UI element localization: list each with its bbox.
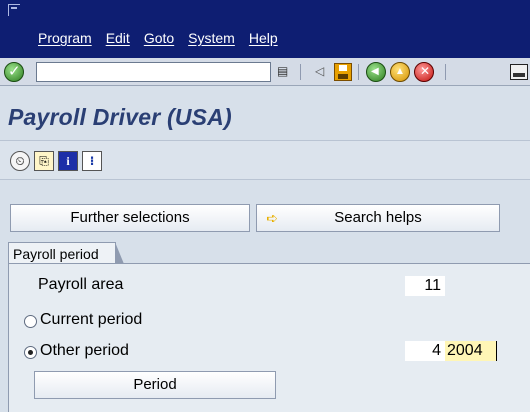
other-period-radio[interactable] (24, 346, 37, 359)
toolbar-separator (445, 64, 446, 80)
save-icon[interactable] (334, 63, 352, 81)
menu-edit[interactable]: Edit (106, 30, 130, 46)
application-toolbar: ⏲ ⎘ i ⁝ (0, 140, 530, 180)
period-button[interactable]: Period (34, 371, 276, 399)
window-menu-icon[interactable] (8, 4, 20, 16)
exit-icon[interactable] (390, 62, 410, 82)
payroll-period-group-label: Payroll period (8, 242, 124, 264)
standard-toolbar: ▤ ◁ (0, 58, 530, 86)
command-field[interactable] (36, 62, 271, 82)
other-period-label: Other period (40, 342, 129, 359)
get-variant-icon[interactable]: ⎘ (34, 151, 54, 171)
period-input[interactable]: 4 (405, 341, 445, 361)
current-period-radio[interactable] (24, 315, 37, 328)
toolbar-separator (358, 64, 359, 80)
page-title: Payroll Driver (USA) (8, 104, 232, 130)
current-period-label: Current period (40, 311, 143, 328)
main-menu: Program Edit Goto System Help (38, 30, 292, 46)
menu-goto[interactable]: Goto (144, 30, 174, 46)
menu-program[interactable]: Program (38, 30, 92, 46)
back-icon[interactable] (366, 62, 386, 82)
search-helps-label: Search helps (334, 209, 422, 226)
menu-system[interactable]: System (188, 30, 235, 46)
payroll-area-input[interactable]: 11 (405, 276, 445, 296)
back-arrow-icon[interactable]: ◁ (315, 64, 324, 78)
payroll-area-label: Payroll area (38, 276, 124, 293)
execute-clock-icon[interactable]: ⏲ (10, 151, 30, 171)
toolbar-separator (300, 64, 301, 80)
further-selections-button[interactable]: Further selections (10, 204, 250, 232)
dropdown-icon[interactable]: ▤ (277, 64, 291, 80)
menu-help[interactable]: Help (249, 30, 278, 46)
arrow-right-icon: ➪ (266, 210, 278, 226)
info-icon[interactable]: i (58, 151, 78, 171)
ok-icon[interactable] (4, 62, 24, 82)
selection-options-icon[interactable]: ⁝ (82, 151, 102, 171)
search-helps-button[interactable]: ➪ Search helps (256, 204, 500, 232)
print-icon[interactable] (510, 64, 528, 80)
menu-bar: Program Edit Goto System Help (0, 0, 530, 58)
cancel-icon[interactable] (414, 62, 434, 82)
year-input[interactable]: 2004 (445, 341, 497, 361)
